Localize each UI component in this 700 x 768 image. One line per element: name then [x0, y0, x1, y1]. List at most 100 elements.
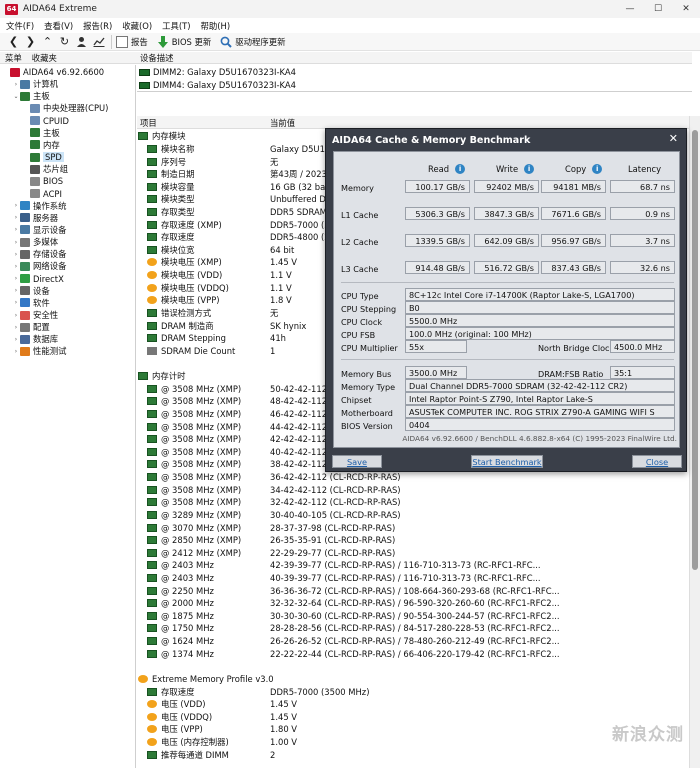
scrollbar-thumb[interactable] — [692, 130, 698, 570]
tab-menu[interactable]: 菜单 — [0, 52, 27, 64]
tree-item[interactable]: AIDA64 v6.92.6600 — [2, 66, 104, 78]
tree-item[interactable]: › 存储设备 — [12, 248, 67, 260]
column-header-value[interactable]: 当前值 — [270, 116, 295, 129]
table-row[interactable]: @ 3508 MHz (XMP) 36-42-42-112 (CL-RCD-RP-… — [137, 471, 689, 484]
table-row[interactable]: 推荐每通道 DIMM 2 — [137, 748, 689, 761]
table-row[interactable]: 存取速度 DDR5-7000 (3500 MHz) — [137, 685, 689, 698]
tree-item-label: 配置 — [33, 322, 50, 333]
table-row[interactable]: @ 1624 MHz 26-26-26-52 (CL-RCD-RP-RAS) / … — [137, 635, 689, 648]
table-row[interactable]: @ 3289 MHz (XMP) 30-40-40-105 (CL-RCD-RP-… — [137, 509, 689, 522]
table-row[interactable]: @ 1875 MHz 30-30-30-60 (CL-RCD-RP-RAS) / … — [137, 610, 689, 623]
tree-item[interactable]: › 安全性 — [12, 309, 58, 321]
expand-chevron-icon[interactable]: › — [12, 239, 20, 246]
tree-item[interactable]: ⌄ 主板 — [12, 90, 49, 102]
table-row[interactable]: @ 2850 MHz (XMP) 26-35-35-91 (CL-RCD-RP-R… — [137, 534, 689, 547]
table-row[interactable]: @ 3508 MHz (XMP) 34-42-42-112 (CL-RCD-RP-… — [137, 483, 689, 496]
tree-item[interactable]: 中央处理器(CPU) — [22, 102, 108, 114]
tree-item[interactable]: › 数据库 — [12, 333, 58, 345]
tree-item[interactable]: ACPI — [22, 188, 62, 200]
info-icon[interactable]: i — [524, 164, 535, 174]
menu-help[interactable]: 帮助(H) — [201, 20, 231, 32]
menu-tools[interactable]: 工具(T) — [162, 20, 190, 32]
start-benchmark-button[interactable]: Start Benchmark — [471, 455, 543, 468]
tree-item[interactable]: CPUID — [22, 115, 69, 127]
expand-chevron-icon[interactable]: › — [12, 202, 20, 209]
table-row[interactable]: @ 2412 MHz (XMP) 22-29-29-77 (CL-RCD-RP-R… — [137, 546, 689, 559]
expand-chevron-icon[interactable]: › — [12, 275, 20, 282]
tree-item[interactable]: › 显示设备 — [12, 224, 67, 236]
tree-item[interactable]: 内存 — [22, 139, 60, 151]
expand-chevron-icon[interactable]: › — [12, 324, 20, 331]
expand-chevron-icon[interactable]: › — [12, 251, 20, 258]
chart-icon[interactable] — [90, 34, 107, 50]
table-row[interactable]: @ 1750 MHz 28-28-28-56 (CL-RCD-RP-RAS) / … — [137, 622, 689, 635]
tree-item[interactable]: › 性能测试 — [12, 345, 67, 357]
forward-arrow-icon[interactable]: ❯ — [22, 34, 39, 50]
close-icon[interactable]: ✕ — [669, 132, 678, 145]
expand-chevron-icon[interactable]: › — [12, 299, 20, 306]
driver-update-button[interactable]: 驱动程序更新 — [220, 36, 286, 48]
close-button[interactable]: Close — [632, 455, 682, 468]
tree-item[interactable]: › DirectX — [12, 273, 64, 285]
dimm-list-item[interactable]: DIMM4: Galaxy D5U1670323I-KA4 — [137, 79, 296, 91]
tree-item[interactable]: 芯片组 — [22, 163, 68, 175]
menu-file[interactable]: 文件(F) — [6, 20, 34, 32]
table-row[interactable]: @ 2403 MHz 40-39-39-77 (CL-RCD-RP-RAS) / … — [137, 572, 689, 585]
row-field: 内存计时 — [152, 371, 186, 382]
tree-item[interactable]: › 计算机 — [12, 78, 58, 90]
tree-item[interactable]: › 设备 — [12, 285, 50, 297]
row-value: 36-42-42-112 (CL-RCD-RP-RAS) — [270, 472, 401, 483]
save-button[interactable]: Save — [332, 455, 382, 468]
tree-item[interactable]: BIOS — [22, 175, 63, 187]
report-button[interactable]: 报告 — [116, 35, 148, 48]
tree-item[interactable]: › 配置 — [12, 321, 50, 333]
expand-chevron-icon[interactable]: › — [12, 263, 20, 270]
expand-chevron-icon[interactable]: › — [12, 348, 20, 355]
expand-chevron-icon[interactable]: › — [12, 287, 20, 294]
expand-chevron-icon[interactable]: › — [12, 214, 20, 221]
vertical-scrollbar[interactable] — [689, 116, 700, 768]
section-header[interactable]: Extreme Memory Profile v3.0 — [137, 673, 689, 686]
menu-favorites[interactable]: 收藏(O) — [122, 20, 152, 32]
table-row[interactable]: 电压 (VDDQ) 1.45 V — [137, 711, 689, 724]
menu-view[interactable]: 查看(V) — [44, 20, 73, 32]
expand-chevron-icon[interactable]: › — [12, 81, 20, 88]
dimm-list-item[interactable]: DIMM2: Galaxy D5U1670323I-KA4 — [137, 66, 296, 78]
table-row[interactable]: 电压 (内存控制器) 1.00 V — [137, 736, 689, 749]
expand-chevron-icon[interactable]: ⌄ — [12, 93, 20, 100]
table-row[interactable]: @ 3070 MHz (XMP) 28-37-37-98 (CL-RCD-RP-R… — [137, 521, 689, 534]
table-row[interactable]: @ 2000 MHz 32-32-32-64 (CL-RCD-RP-RAS) / … — [137, 597, 689, 610]
tree-item[interactable]: › 操作系统 — [12, 200, 67, 212]
close-window-button[interactable]: ✕ — [672, 0, 700, 18]
expand-chevron-icon[interactable]: › — [12, 226, 20, 233]
tab-favorites[interactable]: 收藏夹 — [27, 52, 62, 64]
table-row[interactable]: @ 2250 MHz 36-36-36-72 (CL-RCD-RP-RAS) / … — [137, 584, 689, 597]
row-field: @ 3508 MHz (XMP) — [161, 408, 242, 419]
table-row[interactable]: 电压 (VPP) 1.80 V — [137, 723, 689, 736]
tree-item[interactable]: 主板 — [22, 127, 60, 139]
tree-item[interactable]: › 网络设备 — [12, 260, 67, 272]
tree-item[interactable]: SPD — [22, 151, 64, 163]
back-arrow-icon[interactable]: ❮ — [5, 34, 22, 50]
info-icon[interactable]: i — [592, 164, 603, 174]
user-icon[interactable] — [73, 34, 90, 50]
bios-update-button[interactable]: BIOS 更新 — [157, 35, 211, 48]
info-icon[interactable]: i — [455, 164, 466, 174]
table-row[interactable]: @ 3508 MHz (XMP) 32-42-42-112 (CL-RCD-RP-… — [137, 496, 689, 509]
tree-item[interactable]: › 多媒体 — [12, 236, 58, 248]
refresh-icon[interactable]: ↻ — [56, 34, 73, 50]
table-row[interactable]: @ 1374 MHz 22-22-22-44 (CL-RCD-RP-RAS) / … — [137, 647, 689, 660]
dimm-label: DIMM2: Galaxy D5U1670323I-KA4 — [153, 67, 296, 77]
minimize-button[interactable]: — — [616, 0, 644, 18]
menu-report[interactable]: 报告(R) — [83, 20, 112, 32]
table-row[interactable]: @ 2403 MHz 42-39-39-77 (CL-RCD-RP-RAS) / … — [137, 559, 689, 572]
table-row[interactable]: 电压 (VDD) 1.45 V — [137, 698, 689, 711]
tree-item[interactable]: › 服务器 — [12, 212, 58, 224]
expand-chevron-icon[interactable]: › — [12, 312, 20, 319]
maximize-button[interactable]: ☐ — [644, 0, 672, 18]
up-arrow-icon[interactable]: ⌃ — [39, 34, 56, 50]
expand-chevron-icon[interactable]: › — [12, 336, 20, 343]
tree-item[interactable]: › 软件 — [12, 297, 50, 309]
column-header-field[interactable]: 项目 — [140, 116, 157, 129]
l3-latency-value: 32.6 ns — [610, 261, 675, 274]
